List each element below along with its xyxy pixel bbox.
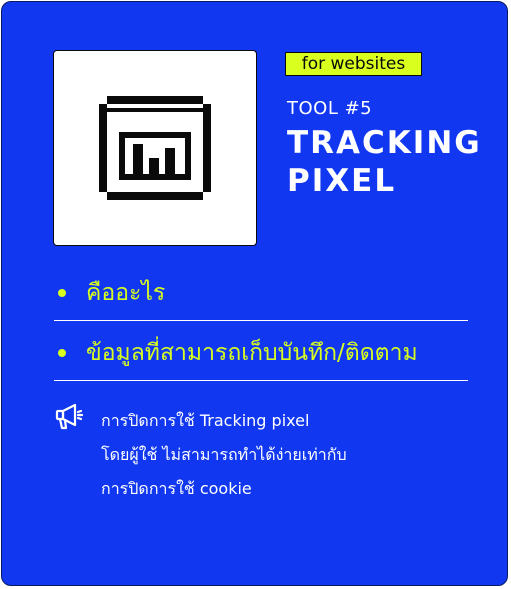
tool-number: TOOL #5 xyxy=(287,98,373,119)
bullet-dot-icon xyxy=(58,349,66,357)
bullet-item-what-is: คืออะไร xyxy=(54,275,165,311)
bullet-label: คืออะไร xyxy=(86,280,166,306)
note-text: การปิดการใช้ Tracking pixel โดยผู้ใช้ ไม… xyxy=(101,404,347,506)
category-tag: for websites xyxy=(285,52,422,76)
note-line-1: การปิดการใช้ Tracking pixel xyxy=(101,411,310,430)
note-line-2: โดยผู้ใช้ ไม่สามารถทำได้ง่ายเท่ากับ xyxy=(101,445,347,464)
tool-icon-box xyxy=(53,50,257,246)
title-line-1: TRACKING xyxy=(287,125,482,161)
title-line-2: PIXEL xyxy=(287,163,397,199)
bullet-label: ข้อมูลที่สามารถเก็บบันทึก/ติดตาม xyxy=(86,340,418,366)
page-title: TRACKING PIXEL xyxy=(287,124,482,200)
divider xyxy=(54,320,468,321)
bullet-item-data-tracked: ข้อมูลที่สามารถเก็บบันทึก/ติดตาม xyxy=(54,335,418,371)
tracking-pixel-chart-window-icon xyxy=(99,96,211,200)
megaphone-icon xyxy=(54,402,84,436)
divider xyxy=(54,380,468,381)
note-line-3: การปิดการใช้ cookie xyxy=(101,479,252,498)
tool-card: for websites TOOL #5 TRACKING PIXEL คืออ… xyxy=(1,1,508,586)
bullet-dot-icon xyxy=(58,289,66,297)
